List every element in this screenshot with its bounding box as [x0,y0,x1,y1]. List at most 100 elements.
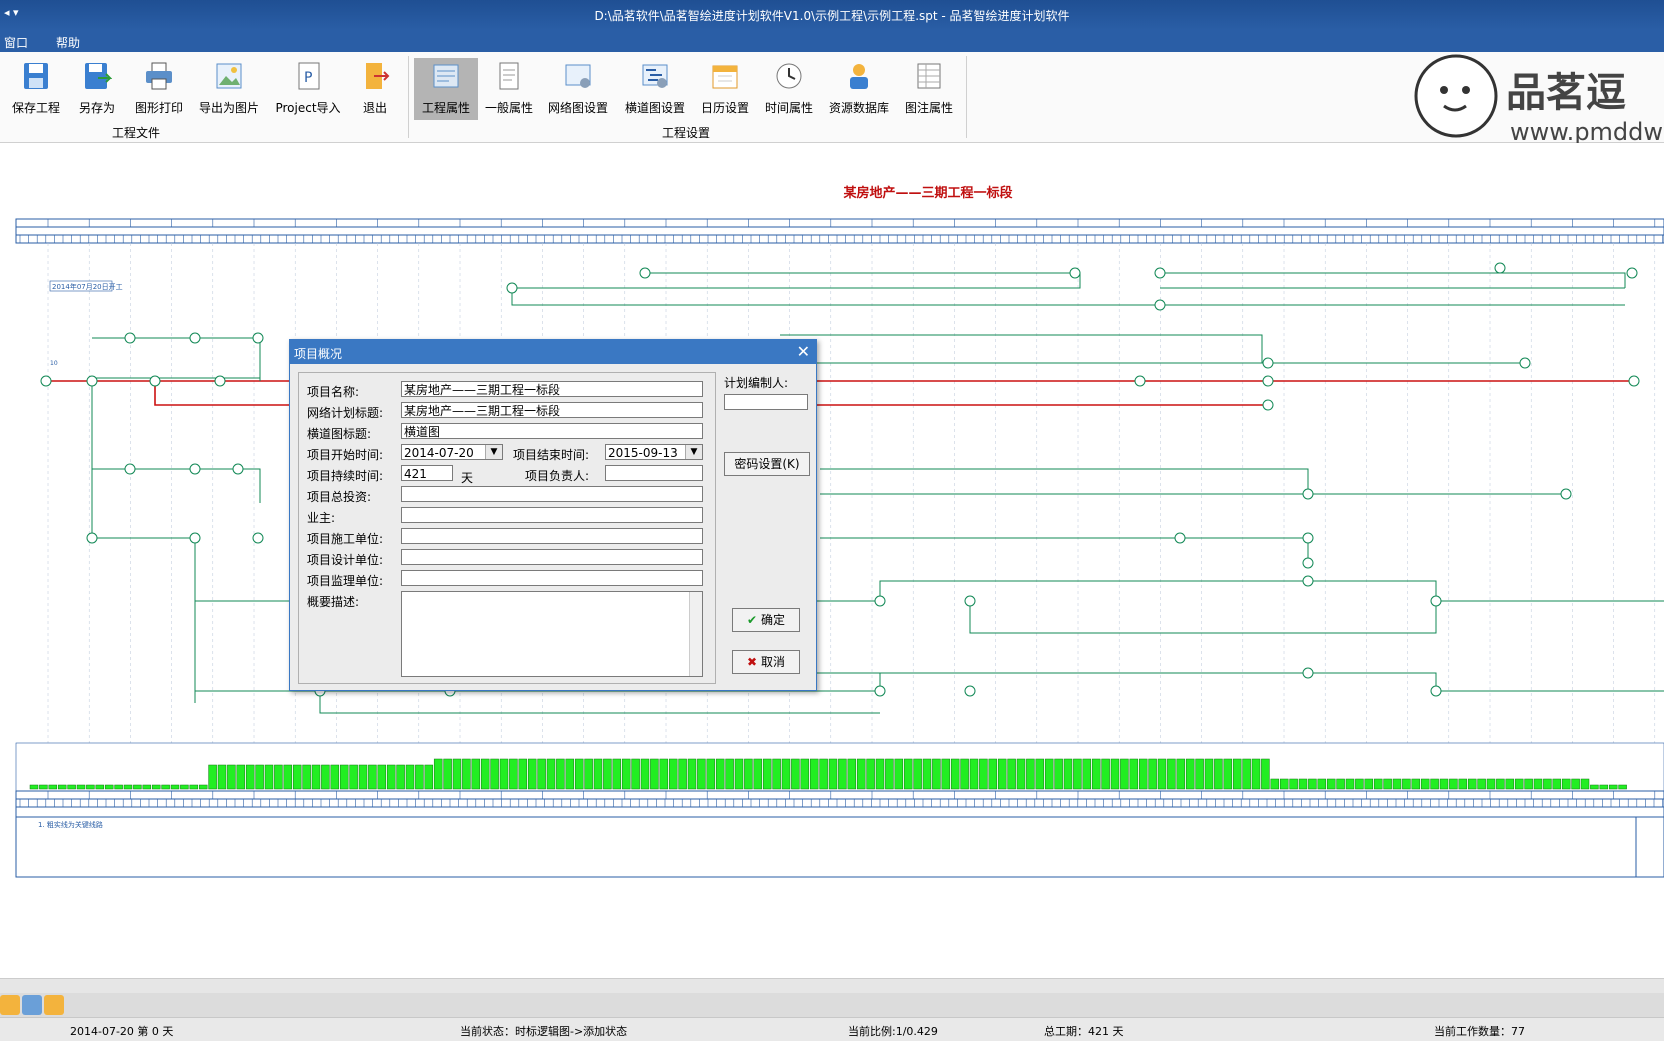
histogram-bar [772,758,781,790]
activity-node [874,595,886,607]
general-properties-button[interactable]: 一般属性 [484,58,534,120]
description-textarea[interactable] [401,591,703,677]
network-diagram-canvas[interactable]: 某房地产——三期工程一标段 2014年07月20日开工 10 1. 粗实线为关键… [0,143,1664,978]
owner-label: 业主: [307,511,336,525]
construction-unit-field[interactable] [401,528,703,544]
project-import-button[interactable]: P Project导入 [272,58,344,120]
planner-field[interactable] [724,394,808,410]
bar-title-field[interactable]: 横道图 [401,423,703,439]
node-circle [964,685,976,697]
cross-icon: ✖ [747,655,758,669]
end-time-picker[interactable]: 2015-09-13 ▼ [605,444,703,460]
histogram-bar [255,764,264,790]
exit-button[interactable]: 退出 [352,58,398,120]
user-settings-icon[interactable] [22,995,42,1015]
export-image-icon [216,63,242,89]
window-title: D:\品茗软件\品茗智绘进度计划软件V1.0\示例工程\示例工程.spt - 品… [594,9,1070,23]
node-circle [874,685,886,697]
activity-node [124,463,136,475]
histogram-bar [1373,778,1383,790]
timescale-header [15,218,1664,244]
export-image-button[interactable]: 导出为图片 [196,58,262,120]
activity-node [189,463,201,475]
histogram-bar [161,784,170,790]
activity-node [1302,557,1314,569]
histogram-bar [1430,778,1439,790]
activity-node [149,375,161,387]
bar-settings-icon [642,64,668,88]
histogram-bar [1223,758,1233,790]
user-group-icon[interactable] [44,995,64,1015]
histogram-bar [1016,758,1026,790]
node-circle [506,282,518,294]
project-name-field[interactable]: 某房地产——三期工程一标段 [401,381,703,397]
histogram-bar [969,758,979,790]
menu-window[interactable]: 窗口 [4,34,28,51]
ok-label: 确定 [760,613,785,627]
duration-unit: 天 [461,471,474,485]
bar-settings-button[interactable]: 横道图设置 [622,58,688,120]
node-circle [252,532,264,544]
manager-field[interactable] [605,465,703,481]
histogram-bar [1261,758,1270,790]
resource-database-button[interactable]: 资源数据库 [826,58,892,120]
network-settings-button[interactable]: 网络图设置 [546,58,610,120]
network-title-field[interactable]: 某房地产——三期工程一标段 [401,402,703,418]
chevron-down-icon[interactable]: ▼ [685,445,702,459]
project-import-label: Project导入 [275,101,341,115]
table-icon [917,63,941,89]
histogram-bar [913,758,922,790]
histogram-bar [1467,778,1477,790]
histogram-bar [452,758,462,790]
histogram-bar [443,758,452,790]
status-work-count: 当前工作数量：77 [1434,1025,1525,1038]
histogram-bar [1214,758,1223,790]
histogram-bar [236,764,246,790]
close-icon[interactable]: ✕ [797,342,810,361]
horizontal-scrollbar[interactable] [0,978,1664,993]
cancel-button[interactable]: ✖ 取消 [732,650,800,674]
document-icon [499,62,519,90]
password-settings-button[interactable]: 密码设置(K) [724,452,810,476]
node-circle [1302,667,1314,679]
legend-properties-button[interactable]: 图注属性 [902,58,956,120]
save-as-button[interactable]: 另存为 [72,58,122,120]
histogram-bar [311,764,321,790]
histogram-bar [1110,758,1120,790]
menu-help[interactable]: 帮助 [56,34,80,51]
start-time-picker[interactable]: 2014-07-20 ▼ [401,444,503,460]
activity-node [1302,575,1314,587]
owner-field[interactable] [401,507,703,523]
node-circle [1430,595,1442,607]
histogram-bar [1007,758,1016,790]
histogram-bar [245,764,255,790]
activity-node [124,332,136,344]
description-scrollbar[interactable] [689,592,702,676]
histogram-bar [537,758,546,790]
histogram-bar [386,764,396,790]
chevron-down-icon[interactable]: ▼ [485,445,502,459]
node-circle [1302,532,1314,544]
histogram-bar [1383,778,1392,790]
histogram-bar [1580,778,1590,790]
histogram-bar [574,758,584,790]
ok-button[interactable]: ✔ 确定 [732,608,800,632]
supervision-unit-field[interactable] [401,570,703,586]
investment-field[interactable] [401,486,703,502]
histogram-bar [114,784,123,790]
histogram-bar [678,758,687,790]
calendar-settings-button[interactable]: 日历设置 [698,58,752,120]
histogram-bar [1571,778,1580,790]
design-unit-field[interactable] [401,549,703,565]
duration-field[interactable]: 421 [401,465,453,481]
histogram-bar [828,758,838,790]
histogram-bar [941,758,951,790]
activity-node [1262,399,1274,411]
histogram-bar [631,758,640,790]
user-icon[interactable] [0,995,20,1015]
time-properties-button[interactable]: 时间属性 [762,58,816,120]
save-project-button[interactable]: 保存工程 [8,58,64,120]
activity-node [1430,595,1442,607]
print-button[interactable]: 图形打印 [130,58,188,120]
project-properties-button[interactable]: 工程属性 [414,58,478,120]
